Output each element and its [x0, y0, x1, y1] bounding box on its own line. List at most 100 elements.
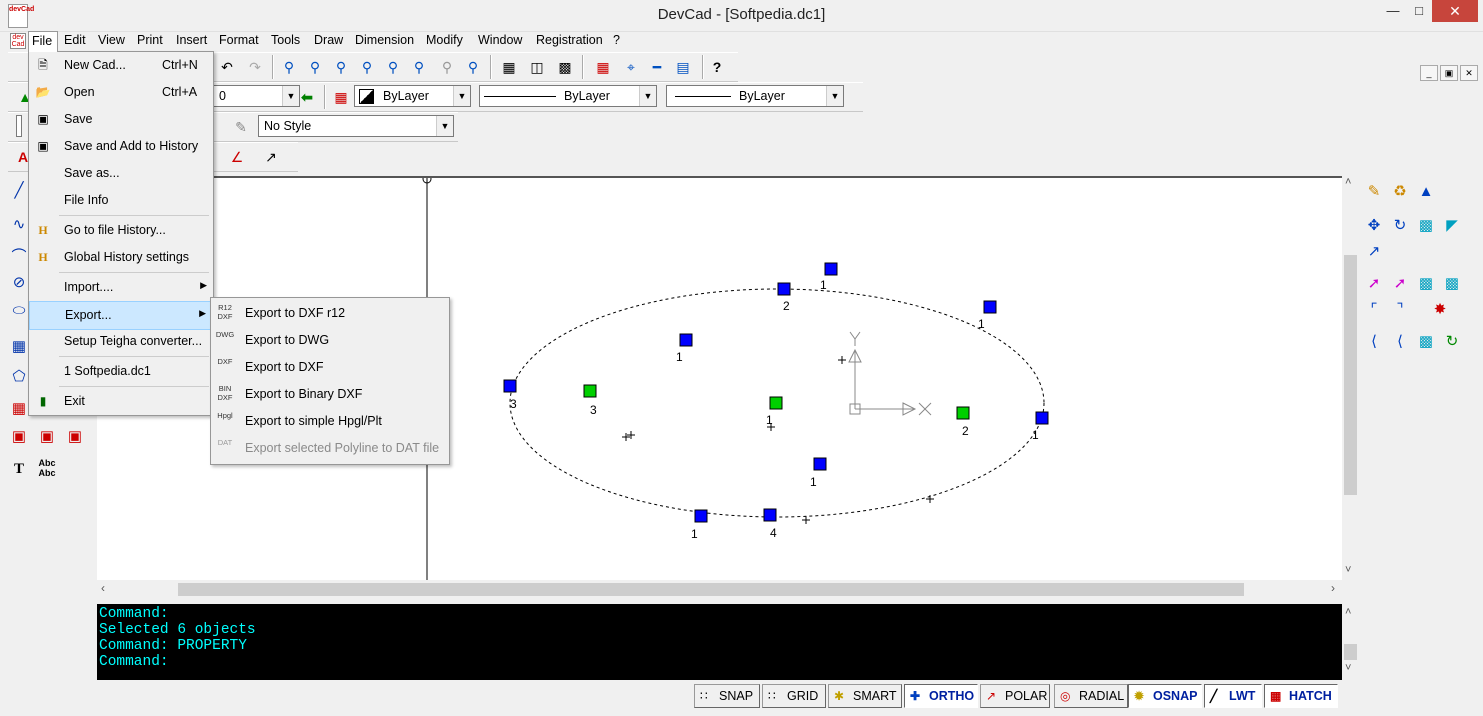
properties-icon[interactable]: ▩: [554, 56, 576, 78]
vertical-scroll-thumb[interactable]: [1344, 255, 1357, 495]
redo-icon[interactable]: ↷: [244, 56, 266, 78]
zoom-previous-icon[interactable]: ⚲: [436, 56, 458, 78]
zoom-out-icon[interactable]: ⚲: [356, 56, 378, 78]
polygon-icon[interactable]: ⬠: [8, 366, 30, 388]
zoom-extents-icon[interactable]: ⚲: [408, 56, 430, 78]
ortho-toggle[interactable]: ✚ ORTHO: [904, 684, 978, 708]
hatch-icon[interactable]: ▦: [8, 398, 30, 420]
smart-toggle[interactable]: ✱ SMART: [828, 684, 902, 708]
lengthen-icon[interactable]: ↗: [1362, 240, 1386, 264]
copy-icon[interactable]: ♻: [1388, 180, 1412, 204]
mdi-close-button[interactable]: ✕: [1460, 65, 1478, 81]
region-subtract-icon[interactable]: ▣: [36, 426, 58, 448]
menu-edit[interactable]: Edit: [64, 33, 86, 47]
offset-icon[interactable]: ⟨: [1362, 330, 1386, 354]
menu-item-save-as[interactable]: Save as...: [29, 160, 213, 187]
arc-icon[interactable]: ⌒: [8, 246, 30, 268]
zoom-window-icon[interactable]: ⚲: [278, 56, 300, 78]
rectangle-icon[interactable]: ▦: [8, 336, 30, 358]
refresh-icon[interactable]: ↻: [1440, 330, 1464, 354]
move-icon[interactable]: ✥: [1362, 214, 1386, 238]
region-icon[interactable]: ▣: [8, 426, 30, 448]
set-layer-arrow-icon[interactable]: ⬅: [296, 86, 318, 108]
menu-item-file-history[interactable]: H Go to file History...: [29, 217, 213, 244]
snap-toggle[interactable]: ∷ SNAP: [694, 684, 760, 708]
dimension-style-select[interactable]: No Style ▼: [258, 115, 454, 137]
scroll-up-icon[interactable]: ˄: [1345, 606, 1351, 618]
menu-item-exit[interactable]: ▮ Exit: [29, 388, 213, 415]
layer-select[interactable]: 0 ▼: [213, 85, 300, 107]
break-icon[interactable]: ▩: [1414, 272, 1438, 296]
scroll-right-icon[interactable]: ›: [1331, 581, 1335, 595]
doc-icon[interactable]: dev Cad: [10, 33, 26, 49]
ellipse-icon[interactable]: ⬭: [8, 300, 30, 322]
grid-toggle[interactable]: ∷ GRID: [762, 684, 826, 708]
menu-file[interactable]: File: [28, 31, 58, 52]
layer-manager-icon[interactable]: ▦: [498, 56, 520, 78]
explode-icon[interactable]: ✸: [1428, 298, 1452, 322]
mdi-minimize-button[interactable]: _: [1420, 65, 1438, 81]
palette-icon[interactable]: ▦: [592, 56, 614, 78]
menu-print[interactable]: Print: [137, 33, 163, 47]
chamfer-icon[interactable]: ⌜: [1362, 298, 1386, 322]
zoom-all-icon[interactable]: ⚲: [382, 56, 404, 78]
fillet-icon[interactable]: ⌝: [1388, 298, 1412, 322]
menu-help[interactable]: ?: [613, 33, 620, 47]
close-button[interactable]: ✕: [1432, 0, 1478, 22]
line-icon[interactable]: ╱: [8, 180, 30, 202]
zoom-realtime-icon[interactable]: ⚲: [304, 56, 326, 78]
menu-tools[interactable]: Tools: [271, 33, 300, 47]
erase-icon[interactable]: ✎: [1362, 180, 1386, 204]
menu-item-save-history[interactable]: ▣ Save and Add to History: [29, 133, 213, 160]
dim-linear-icon[interactable]: ↗: [260, 146, 282, 168]
scroll-down-icon[interactable]: ˅: [1345, 662, 1351, 674]
menu-window[interactable]: Window: [478, 33, 522, 47]
text-style-select[interactable]: [16, 115, 22, 137]
text-icon[interactable]: T: [8, 458, 30, 480]
menu-format[interactable]: Format: [219, 33, 259, 47]
measure-distance-icon[interactable]: ━: [646, 56, 668, 78]
break-at-point-icon[interactable]: ▩: [1440, 272, 1464, 296]
osnap-toggle[interactable]: ✹ OSNAP: [1128, 684, 1202, 708]
menu-item-file-info[interactable]: File Info: [29, 187, 213, 214]
circle-icon[interactable]: ⊘: [8, 272, 30, 294]
maximize-button[interactable]: □: [1406, 0, 1432, 22]
export-dwg[interactable]: DWG Export to DWG: [211, 326, 449, 353]
style-icon[interactable]: ✎: [230, 116, 252, 138]
export-binary-dxf[interactable]: BIN DXF Export to Binary DXF: [211, 380, 449, 407]
export-dxf[interactable]: DXF Export to DXF: [211, 353, 449, 380]
help-icon[interactable]: ?: [706, 56, 728, 78]
align-icon[interactable]: ▩: [1414, 330, 1438, 354]
polyline-icon[interactable]: ∿: [8, 214, 30, 236]
undo-icon[interactable]: ↶: [216, 56, 238, 78]
menu-modify[interactable]: Modify: [426, 33, 463, 47]
region-union-icon[interactable]: ▣: [64, 426, 86, 448]
menu-insert[interactable]: Insert: [176, 33, 207, 47]
array-icon[interactable]: ⟨: [1388, 330, 1412, 354]
lineweight-select[interactable]: ByLayer ▼: [666, 85, 844, 107]
menu-item-new-cad[interactable]: 🗎 New Cad... Ctrl+N: [29, 52, 213, 79]
command-window[interactable]: Command: Selected 6 objects Command: PRO…: [97, 604, 1342, 680]
zoom-in-icon[interactable]: ⚲: [330, 56, 352, 78]
menu-item-open[interactable]: 📂 Open Ctrl+A: [29, 79, 213, 106]
scroll-left-icon[interactable]: ‹: [101, 581, 105, 595]
scroll-down-icon[interactable]: ˅: [1345, 564, 1351, 576]
mdi-restore-button[interactable]: ▣: [1440, 65, 1458, 81]
menu-item-save[interactable]: ▣ Save: [29, 106, 213, 133]
menu-view[interactable]: View: [98, 33, 125, 47]
menu-item-export[interactable]: Export... ▶: [29, 301, 213, 330]
stretch-icon[interactable]: ◤: [1440, 214, 1464, 238]
scroll-up-icon[interactable]: ˄: [1345, 176, 1351, 188]
pan-icon[interactable]: ⚲: [462, 56, 484, 78]
measure-area-icon[interactable]: ▤: [672, 56, 694, 78]
coordinate-icon[interactable]: ⌖: [620, 56, 642, 78]
menu-registration[interactable]: Registration: [536, 33, 603, 47]
color-grid-icon[interactable]: ▦: [330, 86, 352, 108]
menu-item-global-history[interactable]: H Global History settings: [29, 244, 213, 271]
command-scrollbar[interactable]: ˄ ˅: [1342, 604, 1359, 678]
trim-icon[interactable]: ➚: [1362, 272, 1386, 296]
block-icon[interactable]: ◫: [526, 56, 548, 78]
hatch-toggle[interactable]: ▦ HATCH: [1264, 684, 1338, 708]
menu-dimension[interactable]: Dimension: [355, 33, 414, 47]
rotate-icon[interactable]: ↻: [1388, 214, 1412, 238]
